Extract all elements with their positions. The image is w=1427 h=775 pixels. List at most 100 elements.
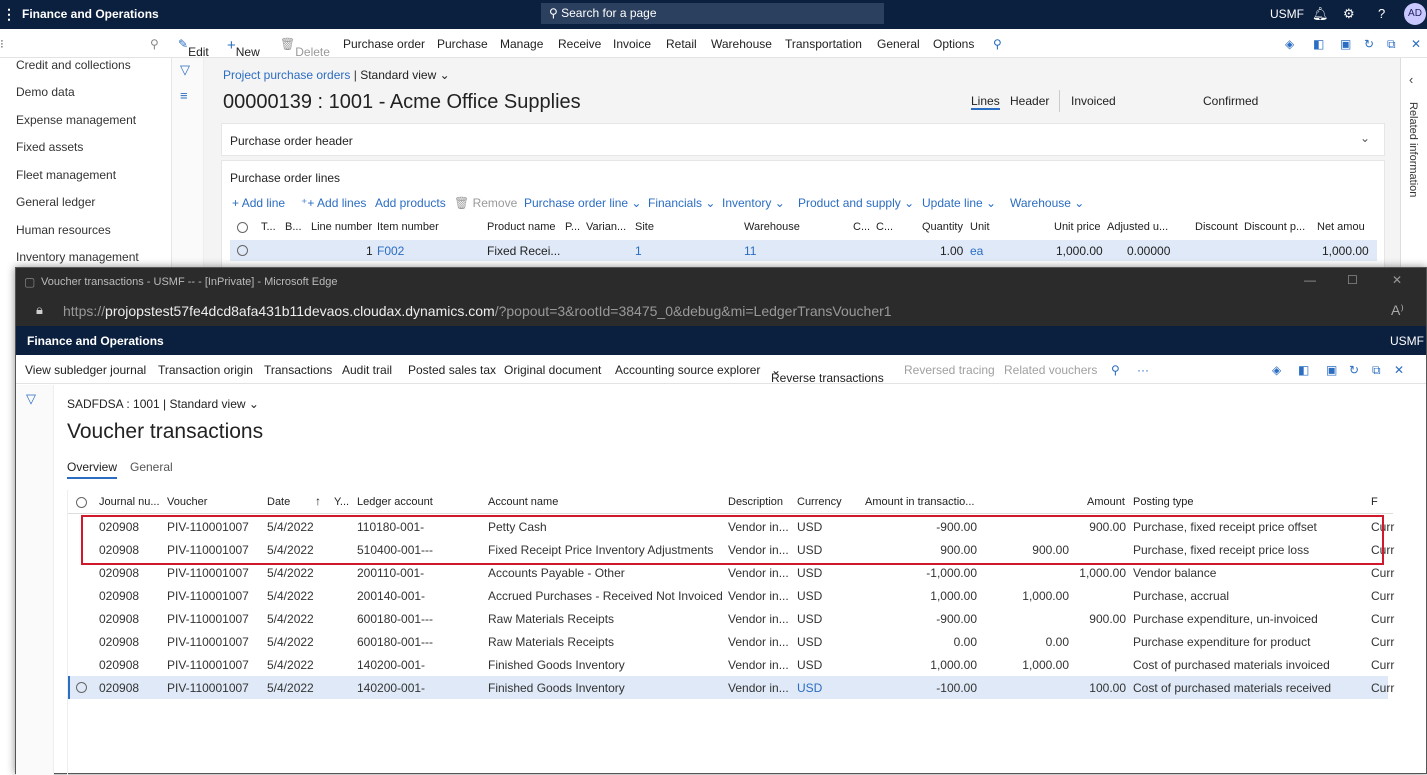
read-aloud-icon[interactable]: A⁾ bbox=[1391, 302, 1404, 319]
table-row[interactable]: 1 F002 Fixed Recei... 1 11 1.00 ea 1,000… bbox=[230, 240, 1377, 261]
table-row[interactable]: 020908 PIV-110001007 5/4/2022 200140-001- Ac… bbox=[68, 584, 1394, 607]
header-fasttab[interactable]: Purchase order header ⌄ bbox=[221, 123, 1385, 156]
column-header[interactable]: Line number bbox=[311, 221, 372, 233]
nav-item[interactable]: Fleet management bbox=[16, 168, 116, 182]
office-icon[interactable]: ◧ bbox=[1298, 363, 1309, 377]
column-header[interactable]: Posting type bbox=[1133, 496, 1194, 508]
tab-receive[interactable]: Receive bbox=[558, 37, 601, 51]
column-header[interactable]: Discount bbox=[1195, 221, 1238, 233]
address-bar[interactable]: 🔒︎ https://projopstest57fe4dcd8afa431b11… bbox=[16, 296, 1426, 326]
table-row[interactable]: 020908 PIV-110001007 5/4/2022 600180-001---… bbox=[68, 630, 1394, 653]
select-all-radio[interactable] bbox=[237, 222, 248, 233]
column-header[interactable]: Ledger account bbox=[357, 496, 433, 508]
column-header[interactable]: Description bbox=[728, 496, 783, 508]
edit-button[interactable]: ✎ Edit bbox=[178, 37, 209, 59]
tab-lines[interactable]: Lines bbox=[971, 94, 1000, 110]
column-header[interactable]: C... bbox=[876, 221, 893, 233]
tab-overview[interactable]: Overview bbox=[67, 460, 118, 479]
chevron-left-icon[interactable]: ‹ bbox=[1409, 72, 1413, 87]
column-header[interactable]: Voucher bbox=[167, 496, 207, 508]
search-icon[interactable]: ⚲ bbox=[993, 37, 1002, 51]
view-subledger-journal-button[interactable]: View subledger journal bbox=[25, 363, 146, 377]
column-header[interactable]: Varian... bbox=[586, 221, 626, 233]
update-line-menu[interactable]: Update line ⌄ bbox=[922, 196, 996, 210]
nav-item[interactable]: Human resources bbox=[16, 223, 111, 237]
column-header[interactable]: Adjusted u... bbox=[1107, 221, 1168, 233]
help-icon[interactable]: ? bbox=[1378, 6, 1385, 21]
view-selector[interactable]: Standard view bbox=[360, 68, 436, 82]
nav-item[interactable]: Credit and collections bbox=[16, 58, 131, 72]
nav-item[interactable]: Fixed assets bbox=[16, 140, 83, 154]
popout-icon[interactable]: ⧉ bbox=[1387, 37, 1396, 52]
column-header[interactable]: Amount bbox=[1087, 496, 1125, 508]
message-icon[interactable]: ▣ bbox=[1340, 37, 1351, 51]
delete-button[interactable]: 🗑︎ Delete bbox=[280, 37, 330, 59]
column-header[interactable]: Y... bbox=[334, 496, 349, 508]
add-lines-button[interactable]: ⁺+ Add lines bbox=[301, 196, 366, 210]
tab-transportation[interactable]: Transportation bbox=[785, 37, 862, 51]
filter-icon[interactable]: ▽ bbox=[180, 62, 190, 78]
column-header[interactable]: Discount p... bbox=[1244, 221, 1305, 233]
column-header[interactable]: Amount in transactio... bbox=[865, 496, 974, 508]
remove-button[interactable]: 🗑︎ Remove bbox=[454, 196, 517, 210]
tab-options[interactable]: Options bbox=[933, 37, 974, 51]
original-document-button[interactable]: Original document bbox=[504, 363, 601, 377]
popout-icon[interactable]: ⧉ bbox=[1372, 363, 1381, 378]
close-icon[interactable]: ✕ bbox=[1411, 37, 1421, 51]
column-header[interactable]: Date bbox=[267, 496, 290, 508]
item-link[interactable]: F002 bbox=[377, 244, 404, 258]
purchase-order-line-menu[interactable]: Purchase order line ⌄ bbox=[524, 196, 641, 210]
row-radio[interactable] bbox=[76, 682, 87, 693]
tab-manage[interactable]: Manage bbox=[500, 37, 543, 51]
diamond-icon[interactable]: ◈ bbox=[1272, 363, 1281, 377]
column-header[interactable]: Net amou bbox=[1317, 221, 1365, 233]
settings-icon[interactable]: ⚙ bbox=[1343, 6, 1355, 22]
posted-sales-tax-button[interactable]: Posted sales tax bbox=[408, 363, 496, 377]
nav-item[interactable]: Demo data bbox=[16, 85, 75, 99]
nav-item[interactable]: General ledger bbox=[16, 195, 95, 209]
search-icon[interactable]: ⚲ bbox=[1111, 363, 1120, 377]
column-header[interactable]: Item number bbox=[377, 221, 439, 233]
product-supply-menu[interactable]: Product and supply ⌄ bbox=[798, 196, 914, 210]
accounting-source-explorer-button[interactable]: Accounting source explorer bbox=[615, 363, 760, 377]
column-header[interactable]: T... bbox=[261, 221, 276, 233]
reversed-tracing-button[interactable]: Reversed tracing bbox=[904, 363, 995, 377]
row-radio[interactable] bbox=[237, 245, 248, 256]
new-button[interactable]: + New bbox=[227, 37, 260, 59]
column-header[interactable]: Unit bbox=[970, 221, 990, 233]
column-header[interactable]: Journal nu... bbox=[99, 496, 160, 508]
tab-header[interactable]: Header bbox=[1010, 94, 1049, 108]
company-picker[interactable]: USMF bbox=[1270, 7, 1304, 21]
refresh-icon[interactable]: ↻ bbox=[1349, 363, 1359, 377]
column-header[interactable]: P... bbox=[565, 221, 580, 233]
column-header[interactable]: Account name bbox=[488, 496, 558, 508]
add-products-button[interactable]: Add products bbox=[375, 196, 446, 210]
diamond-icon[interactable]: ◈ bbox=[1285, 37, 1294, 51]
column-header[interactable]: Unit price bbox=[1054, 221, 1100, 233]
list-icon[interactable]: ≡ bbox=[180, 88, 188, 103]
nav-toggle-icon[interactable]: ⁝ bbox=[0, 37, 4, 51]
nav-item[interactable]: Expense management bbox=[16, 113, 136, 127]
tab-warehouse[interactable]: Warehouse bbox=[711, 37, 772, 51]
related-vouchers-button[interactable]: Related vouchers bbox=[1004, 363, 1097, 377]
tab-purchase-order[interactable]: Purchase order bbox=[343, 37, 425, 51]
maximize-icon[interactable]: ☐ bbox=[1347, 273, 1358, 287]
tab-invoice[interactable]: Invoice bbox=[613, 37, 651, 51]
select-all-radio[interactable] bbox=[76, 497, 87, 508]
audit-trail-button[interactable]: Audit trail bbox=[342, 363, 392, 377]
column-header[interactable]: F bbox=[1371, 496, 1378, 508]
refresh-icon[interactable]: ↻ bbox=[1364, 37, 1374, 51]
app-launcher-icon[interactable]: ⋮ bbox=[2, 6, 16, 22]
column-header[interactable]: Product name bbox=[487, 221, 555, 233]
personalize-icon[interactable]: ⚲ bbox=[150, 37, 159, 51]
app-title[interactable]: Finance and Operations bbox=[22, 7, 159, 21]
table-row[interactable]: 020908 PIV-110001007 5/4/2022 600180-001---… bbox=[68, 607, 1394, 630]
column-header[interactable]: Warehouse bbox=[744, 221, 800, 233]
office-icon[interactable]: ◧ bbox=[1313, 37, 1324, 51]
column-header[interactable]: C... bbox=[853, 221, 870, 233]
column-header[interactable]: Currency bbox=[797, 496, 842, 508]
warehouse-menu[interactable]: Warehouse ⌄ bbox=[1010, 196, 1084, 210]
close-icon[interactable]: ✕ bbox=[1394, 363, 1404, 377]
search-input[interactable]: ⚲ Search for a page bbox=[541, 3, 884, 24]
tab-general[interactable]: General bbox=[877, 37, 920, 51]
